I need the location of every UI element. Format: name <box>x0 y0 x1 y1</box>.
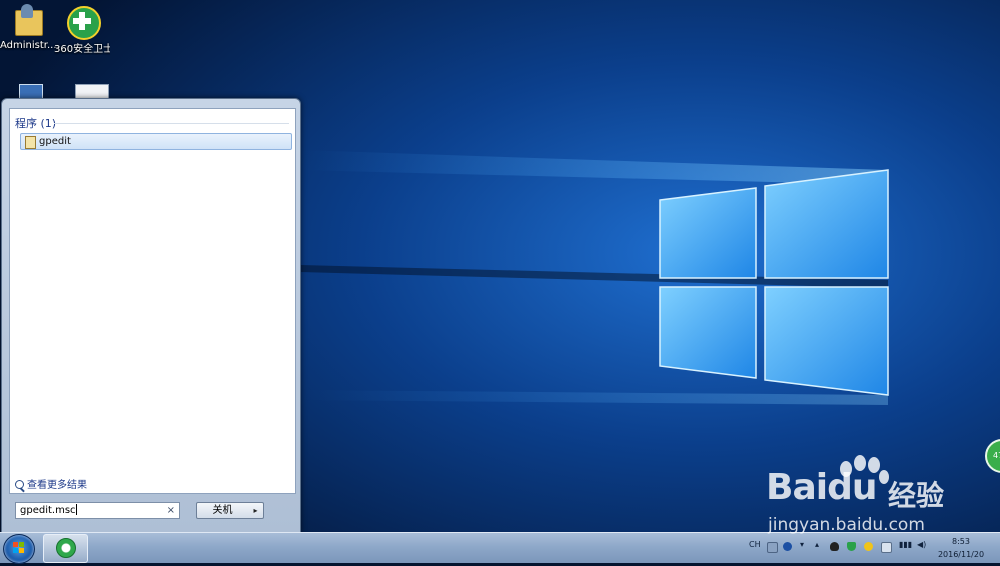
watermark-cn: 经验 <box>888 479 945 512</box>
result-item-label: gpedit <box>39 136 71 147</box>
taskbar-browser-button[interactable] <box>43 534 88 563</box>
shutdown-options-arrow-icon[interactable]: ▸ <box>248 502 264 519</box>
desktop-icon-label: Administr... <box>0 40 56 51</box>
desktop-icon-360[interactable]: 360安全卫士 <box>54 4 110 55</box>
language-indicator[interactable]: CH <box>749 540 761 549</box>
group-divider <box>54 123 289 124</box>
shield-icon[interactable] <box>847 542 856 551</box>
user-folder-icon <box>11 4 45 38</box>
start-button[interactable] <box>3 534 35 564</box>
network-signal-icon[interactable]: ▮▮▮ <box>899 540 912 549</box>
see-more-label: 查看更多结果 <box>27 480 87 491</box>
plus-circle-icon[interactable] <box>864 542 873 551</box>
start-search-input[interactable]: gpedit.msc × <box>15 502 180 519</box>
watermark-url: jingyan.baidu.com <box>768 515 925 535</box>
desktop-icon-label: 360安全卫士 <box>54 44 110 55</box>
results-group-header: 程序 (1) <box>15 117 57 130</box>
clear-search-icon[interactable]: × <box>167 503 175 518</box>
search-input-value: gpedit.msc <box>20 505 76 516</box>
search-icon <box>15 480 24 489</box>
desktop-icon-administrator[interactable]: Administr... <box>0 4 56 51</box>
windows-logo-icon <box>13 542 24 553</box>
clock-date: 2016/11/20 <box>937 550 985 559</box>
monitor-icon[interactable] <box>881 542 892 553</box>
result-item-gpedit[interactable]: gpedit <box>20 133 292 150</box>
start-menu: 程序 (1) gpedit 查看更多结果 gpedit.msc × 关机 ▸ <box>1 98 301 533</box>
watermark-brand: Baidu <box>766 467 877 508</box>
volume-icon[interactable]: ◀) <box>917 540 926 549</box>
baidu-jingyan-watermark: Baidu 经验 jingyan.baidu.com <box>766 455 976 540</box>
help-icon[interactable] <box>783 542 792 551</box>
tray-dropdown-icon[interactable]: ▾ <box>800 540 804 549</box>
text-caret <box>75 504 77 515</box>
keyboard-icon[interactable] <box>767 542 778 553</box>
show-hidden-icons-icon[interactable]: ▴ <box>815 540 819 549</box>
see-more-results-link[interactable]: 查看更多结果 <box>15 476 87 491</box>
browser-icon <box>56 538 76 558</box>
search-results-pane: 程序 (1) gpedit 查看更多结果 <box>9 108 296 494</box>
qq-penguin-icon[interactable] <box>830 542 839 551</box>
shield-plus-icon <box>65 4 101 40</box>
program-icon <box>25 136 36 149</box>
shutdown-button[interactable]: 关机 <box>196 502 249 519</box>
